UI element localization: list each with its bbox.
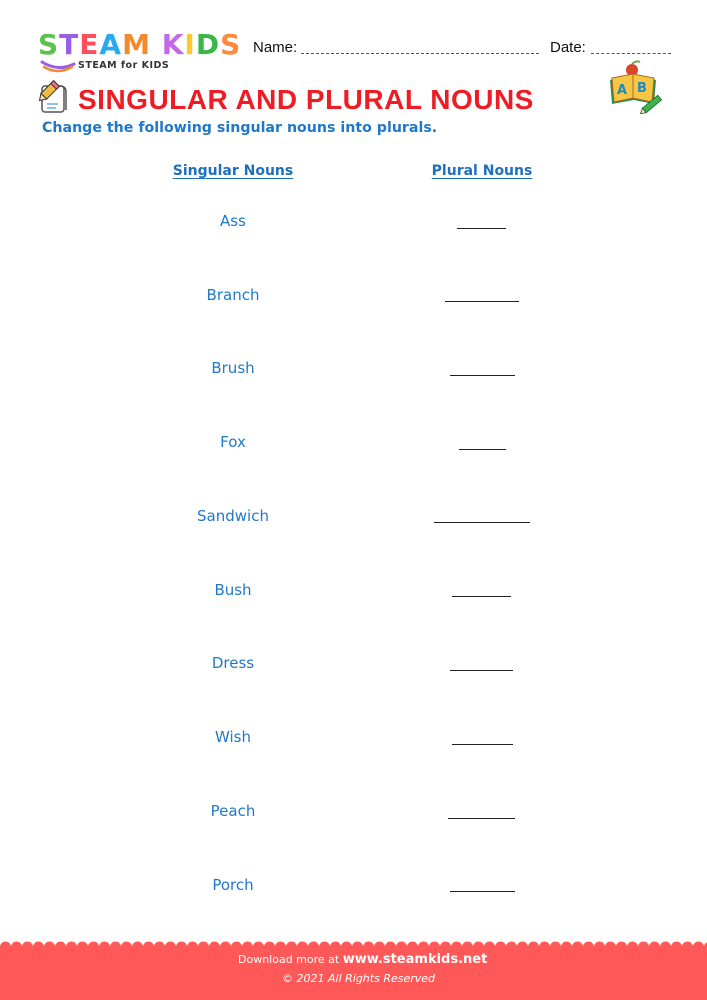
logo-letter: S [38, 28, 60, 61]
plural-answer-blank[interactable] [445, 301, 519, 302]
singular-noun: Bush [214, 581, 252, 599]
plural-answer-blank[interactable] [457, 228, 506, 229]
singular-noun: Sandwich [197, 507, 269, 525]
logo-letter [151, 30, 162, 60]
plural-answer-blank[interactable] [459, 449, 506, 450]
logo-wordmark: STEAM KIDS [38, 30, 241, 60]
logo-letter: I [184, 28, 196, 61]
worksheet-title: SINGULAR AND PLURAL NOUNS [78, 84, 534, 115]
instructions-text: Change the following singular nouns into… [42, 120, 438, 136]
singular-noun: Fox [220, 433, 246, 451]
copyright-text: © 2021 All Rights Reserved [282, 972, 436, 985]
steam-kids-logo: STEAM KIDS STEAM for KIDS [38, 30, 241, 75]
logo-letter: M [122, 28, 151, 61]
website-link[interactable]: www.steamkids.net [343, 952, 488, 967]
singular-noun: Porch [212, 876, 254, 894]
singular-noun: Ass [220, 212, 246, 230]
singular-noun: Peach [210, 802, 256, 820]
date-label: Date: [550, 39, 586, 56]
singular-noun: Branch [206, 286, 260, 304]
name-field[interactable] [301, 53, 539, 54]
plural-answer-blank[interactable] [434, 522, 530, 523]
singular-nouns-header: Singular Nouns [172, 163, 294, 179]
pencil-paper-icon [38, 80, 67, 113]
logo-letter: T [59, 28, 80, 61]
plural-answer-blank[interactable] [450, 891, 515, 892]
plural-answer-blank[interactable] [450, 670, 513, 671]
svg-text:A: A [617, 83, 627, 98]
footer-download-line: Download more at www.steamkids.net [238, 952, 487, 967]
plural-answer-blank[interactable] [448, 818, 515, 819]
singular-noun: Brush [211, 359, 255, 377]
scalloped-border [0, 941, 707, 952]
logo-letter: A [99, 28, 123, 61]
name-label: Name: [253, 39, 298, 56]
plural-nouns-header: Plural Nouns [431, 163, 533, 179]
logo-letter: K [161, 28, 185, 61]
logo-smile-icon [40, 60, 76, 73]
singular-noun: Wish [215, 728, 251, 746]
footer: Download more at www.steamkids.net © 202… [0, 940, 707, 1000]
logo-tagline: STEAM for KIDS [78, 60, 170, 71]
logo-letter: D [195, 28, 221, 61]
singular-noun: Dress [211, 654, 255, 672]
logo-letter: S [220, 28, 242, 61]
plural-answer-blank[interactable] [450, 375, 515, 376]
abc-book-icon: A B [610, 60, 663, 115]
download-text: Download more at [238, 953, 340, 966]
plural-answer-blank[interactable] [452, 596, 511, 597]
svg-text:B: B [637, 81, 647, 96]
scallop-edge [0, 941, 707, 952]
plural-answer-blank[interactable] [452, 744, 513, 745]
date-field[interactable] [591, 53, 671, 54]
logo-letter: E [79, 28, 100, 61]
